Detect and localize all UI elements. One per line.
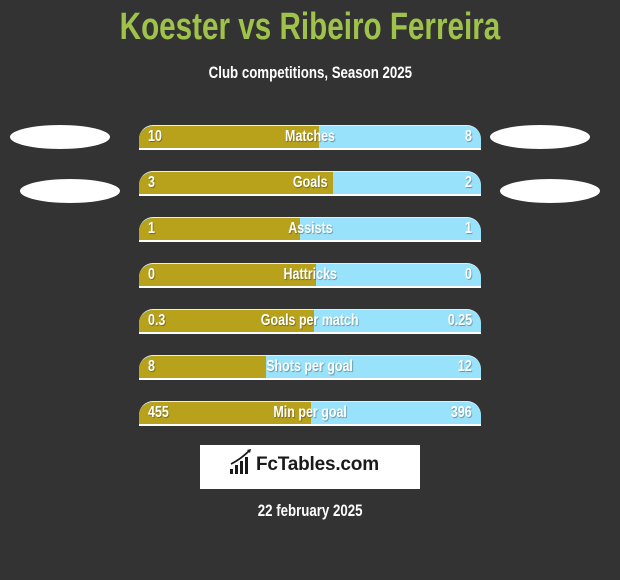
stat-label: Goals per match [139,309,481,332]
page-subtitle: Club competitions, Season 2025 [0,63,620,83]
stat-label-text: Hattricks [283,266,337,283]
left-player-badge-2 [20,179,120,203]
right-value-text: 12 [458,358,472,375]
stat-row: Assists 1 1 [139,217,481,242]
stat-label-text: Goals per match [261,312,359,329]
stat-label: Shots per goal [139,355,481,378]
left-value-text: 10 [148,128,162,145]
fctables-logo[interactable]: FcTables.com [200,445,420,489]
left-value: 3 [148,171,157,194]
stat-label: Goals [139,171,481,194]
stat-label-text: Min per goal [273,404,347,421]
left-value: 455 [148,401,175,424]
stat-row: Goals per match 0.3 0.25 [139,309,481,334]
page-subtitle-text: Club competitions, Season 2025 [208,63,412,82]
right-value-text: 2 [465,174,472,191]
right-value-text: 0 [465,266,472,283]
right-player-badge-1 [490,125,590,149]
left-value: 0.3 [148,309,170,332]
stat-row: Min per goal 455 396 [139,401,481,426]
stat-row: Shots per goal 8 12 [139,355,481,380]
right-value: 1 [463,217,472,240]
brand-name: FcTables.com [256,454,379,475]
left-value-text: 3 [148,174,155,191]
right-value: 0.25 [441,309,472,332]
stat-row: Hattricks 0 0 [139,263,481,288]
left-value: 0 [148,263,157,286]
left-value-text: 0.3 [148,312,166,329]
page-title: Koester vs Ribeiro Ferreira [0,6,620,49]
right-value: 8 [463,125,472,148]
right-player-badge-2 [500,179,600,203]
stat-row: Matches 10 8 [139,125,481,150]
left-player-badge-1 [10,125,110,149]
stat-label-text: Shots per goal [266,358,354,375]
right-value-text: 8 [465,128,472,145]
right-value: 0 [463,263,472,286]
left-value: 8 [148,355,157,378]
left-value-text: 455 [148,404,169,421]
right-value-text: 396 [451,404,472,421]
page-title-text: Koester vs Ribeiro Ferreira [119,6,501,48]
left-value-text: 1 [148,220,155,237]
left-value: 1 [148,217,157,240]
date-text: 22 february 2025 [257,501,363,520]
right-value: 12 [454,355,472,378]
left-value-text: 8 [148,358,155,375]
stat-label-text: Goals [292,174,328,191]
left-value-text: 0 [148,266,155,283]
stat-row: Goals 3 2 [139,171,481,196]
stat-label: Hattricks [139,263,481,286]
stat-label-text: Assists [287,220,333,237]
stat-label-text: Matches [285,128,335,145]
stat-label: Assists [139,217,481,240]
left-value: 10 [148,125,166,148]
right-value: 2 [463,171,472,194]
stat-label: Min per goal [139,401,481,424]
right-value-text: 0.25 [447,312,472,329]
right-value: 396 [445,401,472,424]
right-value-text: 1 [465,220,472,237]
bar-chart-trend-icon [230,449,251,474]
date-label: 22 february 2025 [0,501,620,521]
stat-label: Matches [139,125,481,148]
